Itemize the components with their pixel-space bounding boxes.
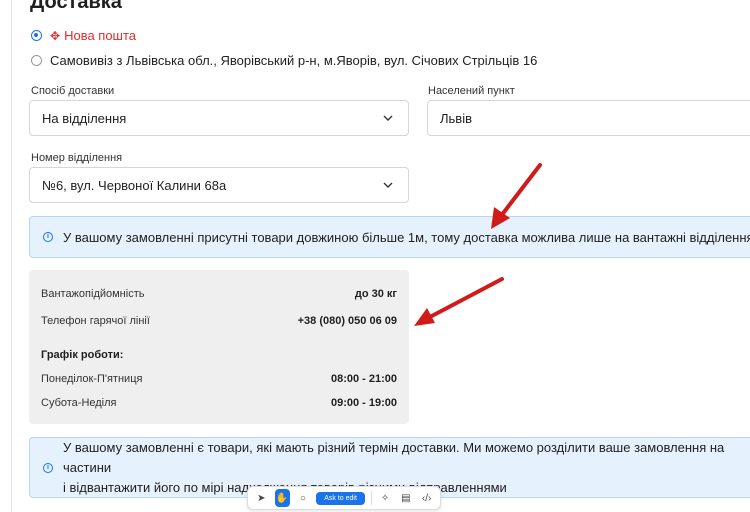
code-icon[interactable]: ‹/› [419,489,434,507]
layout-icon[interactable]: ▤ [399,489,414,507]
toolbar-divider [370,491,372,505]
hand-icon[interactable]: ✋ [274,489,290,507]
sparkle-icon[interactable]: ✧ [378,489,393,507]
annotation-arrow-banner [491,163,542,229]
pointer-icon[interactable]: ➤ [254,489,269,507]
editor-toolbar: ➤ ✋ ○ Ask to edit ✧ ▤ ‹/› [247,486,441,510]
annotation-arrows [414,163,542,326]
ask-to-edit-button[interactable]: Ask to edit [316,491,365,505]
delivery-section: Доставка ✥ Нова пошта Самовивіз з Львівс… [0,0,750,512]
comment-icon[interactable]: ○ [296,489,311,507]
annotation-arrow-hotline [414,277,504,326]
